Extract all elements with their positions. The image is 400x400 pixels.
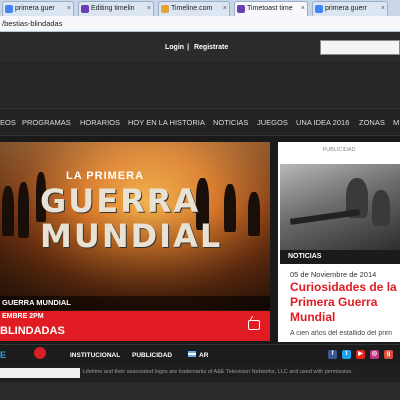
hero-title-mundial: MUNDIAL: [40, 217, 223, 255]
instagram-icon[interactable]: ◎: [370, 350, 379, 359]
nav-item-una-idea[interactable]: UNA IDEA 2016: [296, 118, 349, 127]
tab-label: primera guer: [15, 5, 55, 12]
news-title-link[interactable]: Curiosidades de la Primera Guerra Mundia…: [290, 280, 400, 325]
nav-item-videos[interactable]: EOS: [0, 118, 16, 127]
show-title: BLINDADAS: [0, 325, 65, 337]
close-icon[interactable]: ×: [67, 2, 71, 15]
close-icon[interactable]: ×: [381, 2, 385, 15]
footer-link-country[interactable]: AR: [199, 352, 208, 359]
facebook-icon[interactable]: f: [328, 350, 337, 359]
browser-tab-4[interactable]: Timetoast time ×: [234, 1, 308, 16]
show-promo-bar[interactable]: EMBRE 2PM BLINDADAS: [0, 311, 270, 341]
nav-item-hoy-en-la-historia[interactable]: HOY EN LA HISTORIA: [128, 118, 205, 127]
soldier-silhouette: [248, 192, 260, 236]
hero-title-guerra: GUERRA: [40, 182, 201, 220]
googleplus-icon[interactable]: g: [384, 350, 393, 359]
browser-tab-1[interactable]: primera guer ×: [2, 1, 74, 16]
login-link[interactable]: Login: [165, 44, 184, 51]
timetoast-icon: [81, 5, 89, 13]
register-link[interactable]: Registrate: [194, 44, 228, 51]
google-icon: [5, 5, 13, 13]
nav-item-more[interactable]: M: [393, 118, 399, 127]
search-input[interactable]: [320, 40, 400, 55]
news-photo[interactable]: [280, 164, 400, 250]
soldier-silhouette: [18, 182, 29, 238]
tv-icon[interactable]: [248, 320, 260, 330]
youtube-icon[interactable]: ▶: [356, 350, 365, 359]
soldier-silhouette: [224, 184, 236, 232]
google-icon: [315, 5, 323, 13]
tab-label: Timeline.com: [171, 5, 213, 12]
timetoast-icon: [237, 5, 245, 13]
soldier-figure: [372, 190, 390, 226]
tab-label: Editing timelin: [91, 5, 135, 12]
hero-title-small: LA PRIMERA: [66, 170, 145, 182]
twitter-icon[interactable]: t: [342, 350, 351, 359]
timeline-icon: [161, 5, 169, 13]
tab-label: primera guerr: [325, 5, 368, 12]
main-nav: EOS PROGRAMAS HORARIOS HOY EN LA HISTORI…: [0, 108, 400, 136]
nav-item-juegos[interactable]: JUEGOS: [257, 118, 288, 127]
close-icon[interactable]: ×: [301, 2, 305, 15]
close-icon[interactable]: ×: [223, 2, 227, 15]
nav-item-horarios[interactable]: HORARIOS: [80, 118, 120, 127]
browser-tab-bar: primera guer × Editing timelin × Timelin…: [0, 0, 400, 16]
news-date: 05 de Noviembre de 2014: [290, 270, 377, 279]
header-band: [0, 62, 400, 108]
newsletter-input[interactable]: [0, 368, 80, 378]
nav-item-zonas[interactable]: ZONAS: [359, 118, 385, 127]
news-section-label: NOTICIAS: [280, 250, 400, 264]
browser-tab-5[interactable]: primera guerr ×: [312, 1, 388, 16]
hero-caption: GUERRA MUNDIAL: [0, 296, 270, 310]
nav-item-noticias[interactable]: NOTICIAS: [213, 118, 248, 127]
lifetime-logo[interactable]: [34, 347, 46, 359]
channel-logo[interactable]: E: [0, 350, 6, 360]
footer-link-institucional[interactable]: INSTITUCIONAL: [70, 352, 120, 359]
nav-item-programas[interactable]: PROGRAMAS: [22, 118, 71, 127]
soldier-silhouette: [2, 186, 14, 236]
news-excerpt: A cien años del estallido del prim: [290, 330, 392, 337]
browser-tab-2[interactable]: Editing timelin ×: [78, 1, 154, 16]
show-schedule: EMBRE 2PM: [2, 313, 44, 320]
legal-text: Lifetime and their associated logos are …: [83, 369, 353, 375]
tab-label: Timetoast time: [247, 5, 293, 12]
page-bottom: [0, 382, 400, 400]
ad-label: PUBLICIDAD: [322, 147, 356, 153]
separator: |: [187, 44, 190, 51]
close-icon[interactable]: ×: [147, 2, 151, 15]
login-area: Login | Registrate: [165, 44, 231, 51]
footer-link-publicidad[interactable]: PUBLICIDAD: [132, 352, 172, 359]
address-bar[interactable]: /bestias-blindadas: [0, 16, 400, 32]
argentina-flag-icon: [188, 351, 196, 357]
browser-tab-3[interactable]: Timeline.com ×: [158, 1, 230, 16]
